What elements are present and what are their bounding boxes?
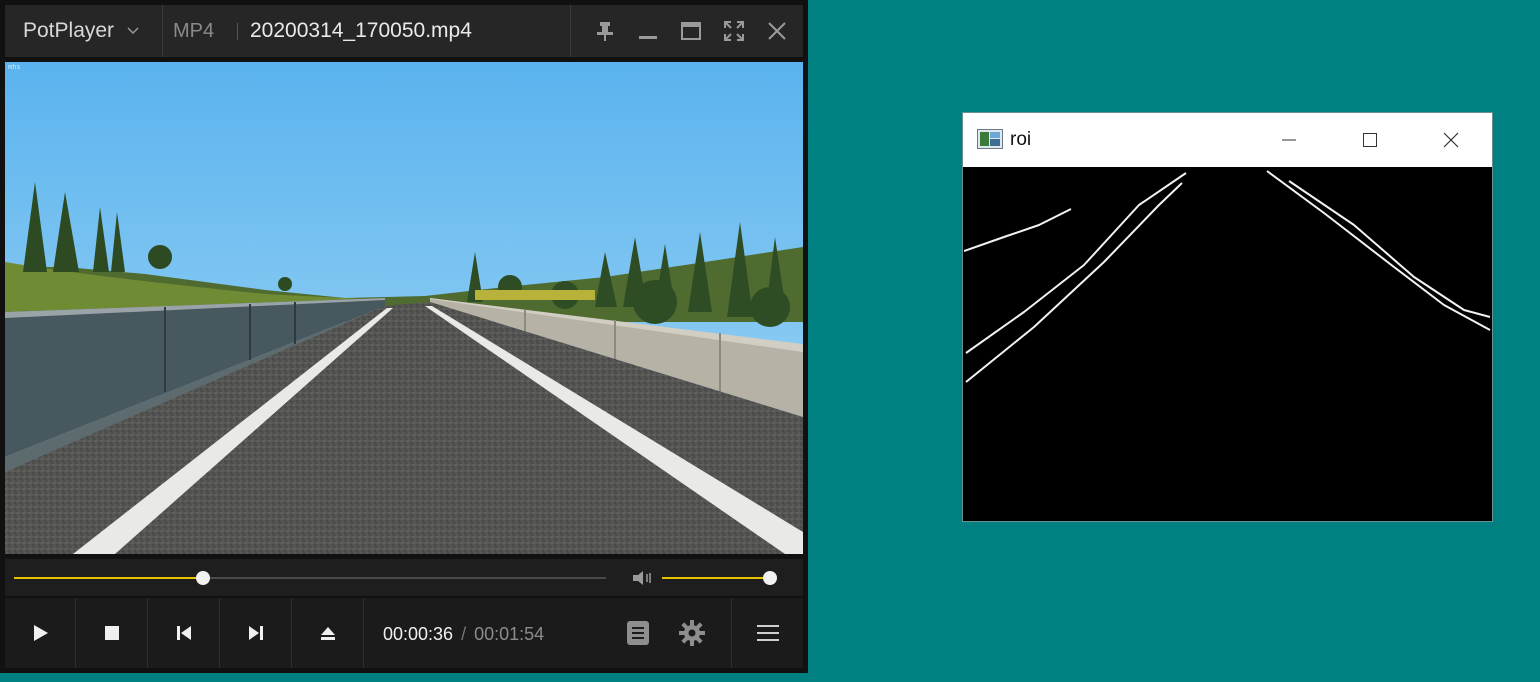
speaker-icon[interactable] bbox=[631, 568, 655, 588]
time-display: 00:00:36 / 00:01:54 bbox=[383, 598, 544, 668]
chevron-down-icon bbox=[126, 24, 140, 39]
video-corner-text: mhs bbox=[8, 63, 21, 71]
maximize-icon bbox=[1363, 133, 1377, 147]
image-icon bbox=[977, 129, 1003, 149]
maximize-icon bbox=[680, 22, 701, 40]
pin-button[interactable] bbox=[583, 5, 626, 57]
edge-line bbox=[963, 208, 1072, 252]
video-frame[interactable]: mhs bbox=[5, 62, 803, 554]
close-button[interactable] bbox=[755, 5, 798, 57]
settings-button[interactable] bbox=[669, 598, 715, 668]
current-time: 00:00:36 bbox=[383, 624, 454, 644]
roi-window-title: roi bbox=[1010, 129, 1032, 150]
roi-maximize-button[interactable] bbox=[1330, 113, 1410, 167]
seek-slider[interactable] bbox=[14, 571, 606, 585]
app-menu-button[interactable]: PotPlayer bbox=[5, 5, 163, 57]
next-button[interactable] bbox=[221, 598, 292, 668]
road-scene bbox=[5, 62, 803, 554]
seek-progress bbox=[14, 577, 204, 579]
seek-handle[interactable] bbox=[196, 571, 211, 585]
playlist-button[interactable] bbox=[617, 598, 659, 668]
volume-slider[interactable] bbox=[662, 571, 777, 585]
volume-handle[interactable] bbox=[762, 571, 777, 585]
minimize-icon bbox=[638, 36, 657, 39]
time-separator: / bbox=[461, 624, 467, 644]
gear-icon bbox=[679, 620, 705, 646]
edge-line bbox=[1288, 180, 1491, 318]
title-divider bbox=[237, 23, 238, 40]
roi-title-bar[interactable]: roi bbox=[963, 113, 1492, 167]
total-time: 00:01:54 bbox=[474, 624, 545, 644]
window-controls bbox=[570, 5, 804, 57]
close-icon bbox=[767, 22, 786, 40]
eject-button[interactable] bbox=[293, 598, 364, 668]
previous-icon bbox=[177, 626, 191, 640]
stop-icon bbox=[105, 626, 119, 640]
volume-level bbox=[662, 577, 770, 579]
minimize-icon bbox=[1282, 139, 1296, 141]
play-button[interactable] bbox=[5, 598, 76, 668]
next-icon bbox=[249, 626, 263, 640]
control-bar: 00:00:36 / 00:01:54 bbox=[5, 598, 803, 668]
edge-line bbox=[965, 172, 1187, 354]
play-icon bbox=[34, 625, 48, 641]
app-name: PotPlayer bbox=[23, 19, 115, 42]
playlist-icon bbox=[627, 621, 649, 645]
stop-button[interactable] bbox=[77, 598, 148, 668]
roi-minimize-button[interactable] bbox=[1249, 113, 1329, 167]
pin-icon bbox=[596, 22, 613, 41]
roi-window: roi bbox=[963, 113, 1492, 521]
roi-close-button[interactable] bbox=[1411, 113, 1491, 167]
main-menu-button[interactable] bbox=[731, 598, 804, 668]
title-bar[interactable]: PotPlayer MP4 20200314_170050.mp4 bbox=[5, 5, 803, 57]
eject-icon bbox=[321, 627, 335, 640]
previous-button[interactable] bbox=[149, 598, 220, 668]
edge-line bbox=[965, 182, 1183, 383]
file-name: 20200314_170050.mp4 bbox=[250, 19, 472, 42]
fullscreen-button[interactable] bbox=[712, 5, 755, 57]
seek-bar-area bbox=[5, 559, 803, 596]
fullscreen-icon bbox=[723, 21, 744, 41]
roi-edge-image bbox=[963, 167, 1491, 520]
format-label: MP4 bbox=[173, 20, 215, 42]
minimize-button[interactable] bbox=[626, 5, 669, 57]
close-icon bbox=[1443, 132, 1459, 148]
menu-icon bbox=[757, 625, 779, 641]
potplayer-window: PotPlayer MP4 20200314_170050.mp4 mhs 00… bbox=[0, 0, 808, 673]
maximize-button[interactable] bbox=[669, 5, 712, 57]
